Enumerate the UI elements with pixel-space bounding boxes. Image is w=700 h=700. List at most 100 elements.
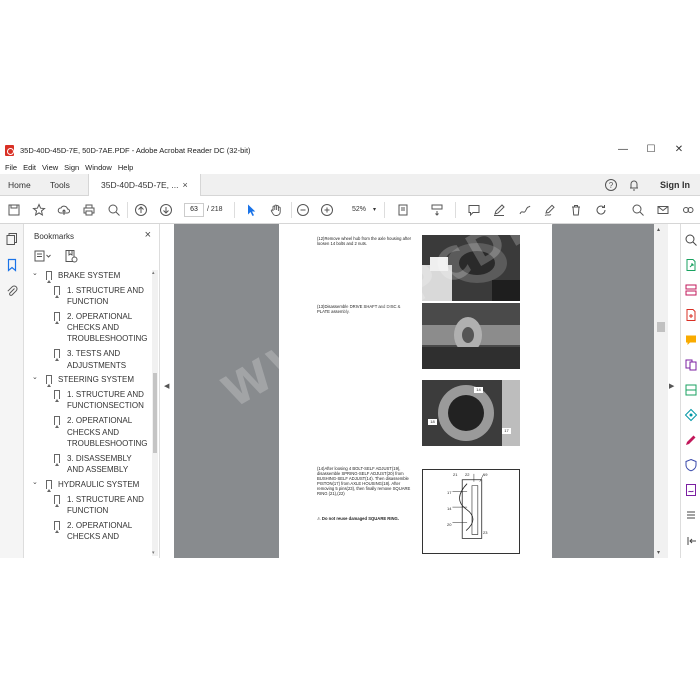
bookmark-label: HYDRAULIC SYSTEM [58,479,140,489]
chevron-down-icon[interactable]: ⌄ [32,372,38,383]
menu-edit[interactable]: Edit [23,163,36,172]
notifications-bell-icon[interactable] [627,178,641,192]
chevron-down-icon[interactable]: ⌄ [32,268,38,279]
pdf-app-icon [5,144,14,156]
send-for-signature-icon[interactable] [684,483,698,497]
menu-view[interactable]: View [42,163,58,172]
page-thumbnails-icon[interactable] [5,232,19,246]
bookmark-star-icon[interactable] [32,203,46,217]
bookmark-flag-icon [54,520,60,533]
comment-icon[interactable] [467,203,481,217]
bookmarks-panel-icon[interactable] [5,258,19,272]
cloud-upload-icon[interactable] [57,203,71,217]
enhance-scans-icon[interactable] [684,408,698,422]
bookmarks-scroll-thumb[interactable] [153,373,157,453]
close-bookmarks-icon[interactable]: × [145,229,151,241]
comment-tool-icon[interactable] [684,333,698,347]
organize-pages-icon[interactable] [684,283,698,297]
bookmark-flag-icon [54,349,60,362]
share-link-icon[interactable] [681,203,695,217]
email-icon[interactable] [656,203,670,217]
document-scrollbar[interactable]: ▴ ▾ [654,224,668,558]
navigation-rail [0,224,24,558]
tab-document[interactable]: 35D-40D-45D-7E, ... × [88,174,201,196]
zoom-level-value: 52% [352,206,367,213]
rotate-icon[interactable] [594,203,608,217]
bookmarks-panel: Bookmarks × ⌄ BRAKE SYSTEM 1. STRUCTURE AN… [24,224,160,558]
export-pdf-icon[interactable] [684,258,698,272]
tab-tools[interactable]: Tools [50,174,70,196]
page-number-input[interactable]: 63 [184,203,204,217]
zoom-in-icon[interactable] [320,203,334,217]
delete-trash-icon[interactable] [569,203,583,217]
attachments-paperclip-icon[interactable] [5,284,19,298]
fill-sign-icon[interactable] [543,203,557,217]
find-text-icon[interactable] [631,203,645,217]
combine-files-icon[interactable] [684,358,698,372]
create-pdf-icon[interactable] [684,308,698,322]
document-viewport[interactable]: (12)Remove wheel hub from the axle housi… [174,224,668,558]
scroll-up-arrow-icon[interactable]: ▴ [657,226,660,233]
bookmarks-title: Bookmarks [34,232,75,241]
print-icon[interactable] [82,203,96,217]
bookmark-label: 3. TESTS AND ADJUSTMENTS [67,349,127,370]
scroll-down-arrow-icon[interactable]: ▾ [152,550,155,556]
callout-label: 19 [483,472,488,477]
warning-text: ⚠ Do not reuse damaged SQUARE RING. [317,516,399,521]
next-page-icon[interactable] [159,203,173,217]
search-icon[interactable] [684,233,698,247]
callout-label: 17 [502,428,511,434]
bookmark-flag-icon [54,390,60,403]
acrobat-window: 35D-40D-45D-7E, 50D-7AE.PDF - Adobe Acro… [0,140,700,558]
collapse-panel-left-icon[interactable]: ◀ [164,382,169,390]
page-fit-icon[interactable] [396,203,410,217]
scan-ocr-icon[interactable] [684,383,698,397]
close-tab-icon[interactable]: × [182,180,187,190]
zoom-out-icon[interactable] [296,203,310,217]
bookmark-options-icon[interactable] [34,249,52,263]
minimize-button[interactable]: — [610,140,636,160]
menu-file[interactable]: File [5,163,17,172]
sign-in-button[interactable]: Sign In [660,174,690,196]
bookmark-label: 1. STRUCTURE AND FUNCTIONSECTION [67,390,144,411]
previous-page-icon[interactable] [134,203,148,217]
draw-freehand-icon[interactable] [518,203,532,217]
help-icon[interactable]: ? [604,178,618,192]
more-tools-icon[interactable] [684,508,698,522]
bookmarks-scrollbar[interactable]: ▴ ▾ [152,270,158,556]
new-bookmark-icon[interactable] [64,249,78,263]
callout-label: 21 [453,472,458,477]
close-window-button[interactable]: ✕ [666,140,692,160]
scroll-up-arrow-icon[interactable]: ▴ [152,270,155,276]
menu-bar: File Edit View Sign Window Help [0,160,700,174]
scroll-down-arrow-icon[interactable]: ▾ [657,549,660,556]
tab-home[interactable]: Home [8,174,31,196]
document-scroll-thumb[interactable] [657,322,665,332]
zoom-level-dropdown[interactable]: 52% ▾ [344,203,378,217]
hand-tool-icon[interactable] [269,203,283,217]
fill-and-sign-icon[interactable] [684,433,698,447]
diagram-self-adjust: 21 22 19 17 14 20 23 [422,469,520,554]
bookmark-flag-icon [54,416,60,429]
bookmark-label: BRAKE SYSTEM [58,271,121,280]
zoom-search-icon[interactable] [107,203,121,217]
maximize-button[interactable]: ☐ [638,140,664,160]
select-cursor-icon[interactable] [244,203,258,217]
menu-sign[interactable]: Sign [64,163,79,172]
callout-label: 23 [483,530,488,535]
svg-text:?: ? [609,181,614,190]
save-icon[interactable] [7,203,21,217]
highlight-pen-icon[interactable] [492,203,506,217]
expand-tools-pane-icon[interactable]: ▶ [669,382,674,390]
scroll-mode-icon[interactable] [430,203,444,217]
toolbar-divider [291,202,292,218]
bookmark-label: 2. OPERATIONAL CHECKS AND TROUBLESHOOTIN… [67,416,148,448]
chevron-down-icon[interactable]: ⌄ [32,477,38,488]
protect-shield-icon[interactable] [684,458,698,472]
menu-help[interactable]: Help [118,163,133,172]
bookmark-flag-icon [46,479,52,492]
menu-window[interactable]: Window [85,163,112,172]
callout-label: 18 [428,419,437,425]
bookmarks-toolbar [34,249,154,265]
collapse-tools-pane-icon[interactable] [684,534,698,548]
